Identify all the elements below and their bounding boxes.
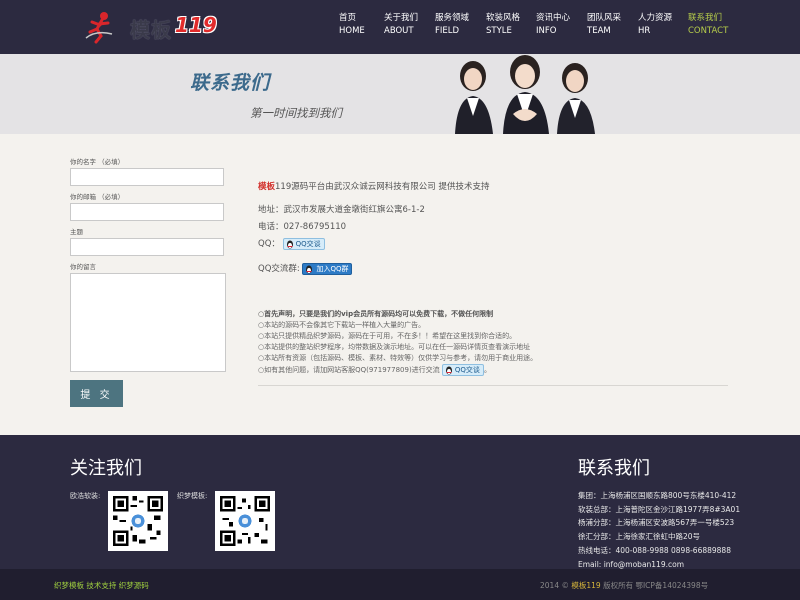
qq-group-label: QQ交流群: bbox=[258, 264, 300, 274]
site-logo[interactable]: 模板 119 bbox=[82, 10, 222, 44]
main-content: 你的名字 （必填） 你的邮箱 （必填） 主题 你的留言 提 交 模板119源码平… bbox=[0, 134, 800, 435]
qq-chat-button[interactable]: QQ交谈 bbox=[282, 237, 325, 250]
contact-line: 杨浦分部：上海杨浦区安波路567弄一号楼523 bbox=[578, 518, 735, 528]
runner-logo-icon bbox=[85, 12, 113, 44]
contact-line: 徐汇分部：上海徐家汇徐虹中路20号 bbox=[578, 532, 701, 542]
banner-title: 联系我们 bbox=[190, 72, 271, 94]
logo-text: 模板 bbox=[130, 18, 172, 42]
notice-list: ○首先声明，只要是我们的vip会员所有源码均可以免费下载，不做任何限制 ○本站的… bbox=[258, 309, 728, 376]
qr-code-image bbox=[108, 491, 168, 551]
site-footer: 关注我们 欧浩软装: 织梦模板: 联系我们 集团：上海杨浦区国顺东路800号东楼… bbox=[0, 435, 800, 569]
nav-contact-en: CONTACT bbox=[688, 26, 729, 36]
qr-code-image bbox=[215, 491, 275, 551]
qq-group-line: QQ交流群: 加入QQ群 bbox=[258, 261, 728, 278]
banner-subtitle: 第一时间找到我们 bbox=[250, 106, 342, 120]
notice-item: ○首先声明，只要是我们的vip会员所有源码均可以免费下载，不做任何限制 bbox=[258, 310, 494, 318]
notice-item: ○本站只提供精品织梦源码，源码在于可用，不在多！！希望在这里找到你合适的。 bbox=[258, 332, 517, 340]
qq-penguin-icon bbox=[445, 366, 452, 375]
qr1-label: 欧浩软装: bbox=[70, 492, 101, 500]
site-header: 模板 119 首页 HOME 关于我们 ABOUT 服务领域 FIELD 软装风… bbox=[0, 0, 800, 54]
nav-contact-cn: 联系我们 bbox=[688, 13, 723, 23]
message-label: 你的留言 bbox=[70, 263, 96, 271]
phone-text: 电话：027-86795110 bbox=[258, 222, 347, 232]
provider-text: 119源码平台由武汉众诚云网科技有限公司 提供技术支持 bbox=[275, 182, 490, 192]
notice-period: 。 bbox=[483, 366, 491, 374]
contact-form: 你的名字 （必填） 你的邮箱 （必填） 主题 你的留言 bbox=[70, 156, 230, 372]
join-qq-group-label: 加入QQ群 bbox=[316, 264, 349, 273]
customer-service-staff-image bbox=[445, 54, 605, 134]
email-field[interactable] bbox=[70, 203, 224, 221]
subject-field[interactable] bbox=[70, 238, 224, 256]
qq-chat-label: QQ交谈 bbox=[454, 366, 480, 374]
qq-penguin-icon bbox=[306, 265, 313, 273]
contact-line: 集团：上海杨浦区国顺东路800号东楼410-412 bbox=[578, 491, 737, 500]
subject-label: 主题 bbox=[70, 228, 83, 236]
provider-brand[interactable]: 模板 bbox=[258, 182, 275, 192]
qr2-label: 织梦模板: bbox=[177, 492, 208, 500]
notice-item: ○本站提供的整站织梦程序，均带数据及演示地址。可以在任一源码详情页查看演示地址 bbox=[258, 343, 531, 351]
name-label: 你的名字 （必填） bbox=[70, 158, 125, 166]
contact-line: 软装总部：上海普陀区金沙江路1977弄8#3A01 bbox=[578, 504, 741, 514]
join-qq-group-button[interactable]: 加入QQ群 bbox=[302, 262, 353, 275]
footer-contact-list: 集团：上海杨浦区国顺东路800号东楼410-412 软装总部：上海普陀区金沙江路… bbox=[578, 489, 788, 571]
contact-info: 模板119源码平台由武汉众诚云网科技有限公司 提供技术支持 地址：武汉市发展大道… bbox=[258, 179, 728, 278]
notice-item-text: ○如有其他问题，请加网站客服QQ(971977809)进行交流 bbox=[258, 366, 440, 374]
address-text: 地址：武汉市发展大道金墩街红旗公寓6-1-2 bbox=[258, 205, 425, 215]
notice-item-qq: ○如有其他问题，请加网站客服QQ(971977809)进行交流 QQ交谈 。 bbox=[258, 364, 728, 376]
copyright-brand[interactable]: 模板119 bbox=[571, 581, 600, 590]
bottom-links[interactable]: 织梦模板 技术支持 织梦源码 bbox=[54, 580, 149, 591]
notice-item: ○本站的源码不会像其它下载站一样植入大量的广告。 bbox=[258, 321, 426, 329]
contact-us-title: 联系我们 bbox=[578, 458, 650, 479]
copyright: 2014 © 模板119 版权所有 鄂ICP备14024398号 bbox=[540, 580, 708, 591]
page-banner: 联系我们 第一时间找到我们 bbox=[0, 54, 800, 134]
provider-line: 模板119源码平台由武汉众诚云网科技有限公司 提供技术支持 bbox=[258, 179, 728, 196]
submit-button[interactable]: 提 交 bbox=[70, 380, 123, 407]
qq-chat-button-notice[interactable]: QQ交谈 bbox=[441, 364, 484, 376]
follow-us-title: 关注我们 bbox=[70, 458, 142, 479]
nav-contact[interactable]: 联系我们 CONTACT bbox=[688, 12, 748, 38]
qq-line: QQ： QQ交谈 bbox=[258, 236, 728, 253]
copyright-suffix: 版权所有 鄂ICP备14024398号 bbox=[600, 581, 709, 590]
copyright-prefix: 2014 © bbox=[540, 581, 572, 590]
notice-item: ○本站所有资源（包括源码、模板、素材、特效等）仅供学习与参考，请勿用于商业用途。 bbox=[258, 354, 538, 362]
email-label: 你的邮箱 （必填） bbox=[70, 193, 125, 201]
qq-penguin-icon bbox=[286, 240, 293, 248]
bottom-bar: 织梦模板 技术支持 织梦源码 2014 © 模板119 版权所有 鄂ICP备14… bbox=[0, 569, 800, 600]
name-field[interactable] bbox=[70, 168, 224, 186]
contact-line: 热线电话：400-088-9988 0898-66889888 bbox=[578, 545, 731, 555]
content-divider bbox=[258, 385, 728, 386]
logo-number: 119 bbox=[175, 13, 217, 37]
message-field[interactable] bbox=[70, 273, 226, 372]
qq-label: QQ： bbox=[258, 239, 280, 249]
qq-chat-label: QQ交谈 bbox=[295, 239, 321, 248]
